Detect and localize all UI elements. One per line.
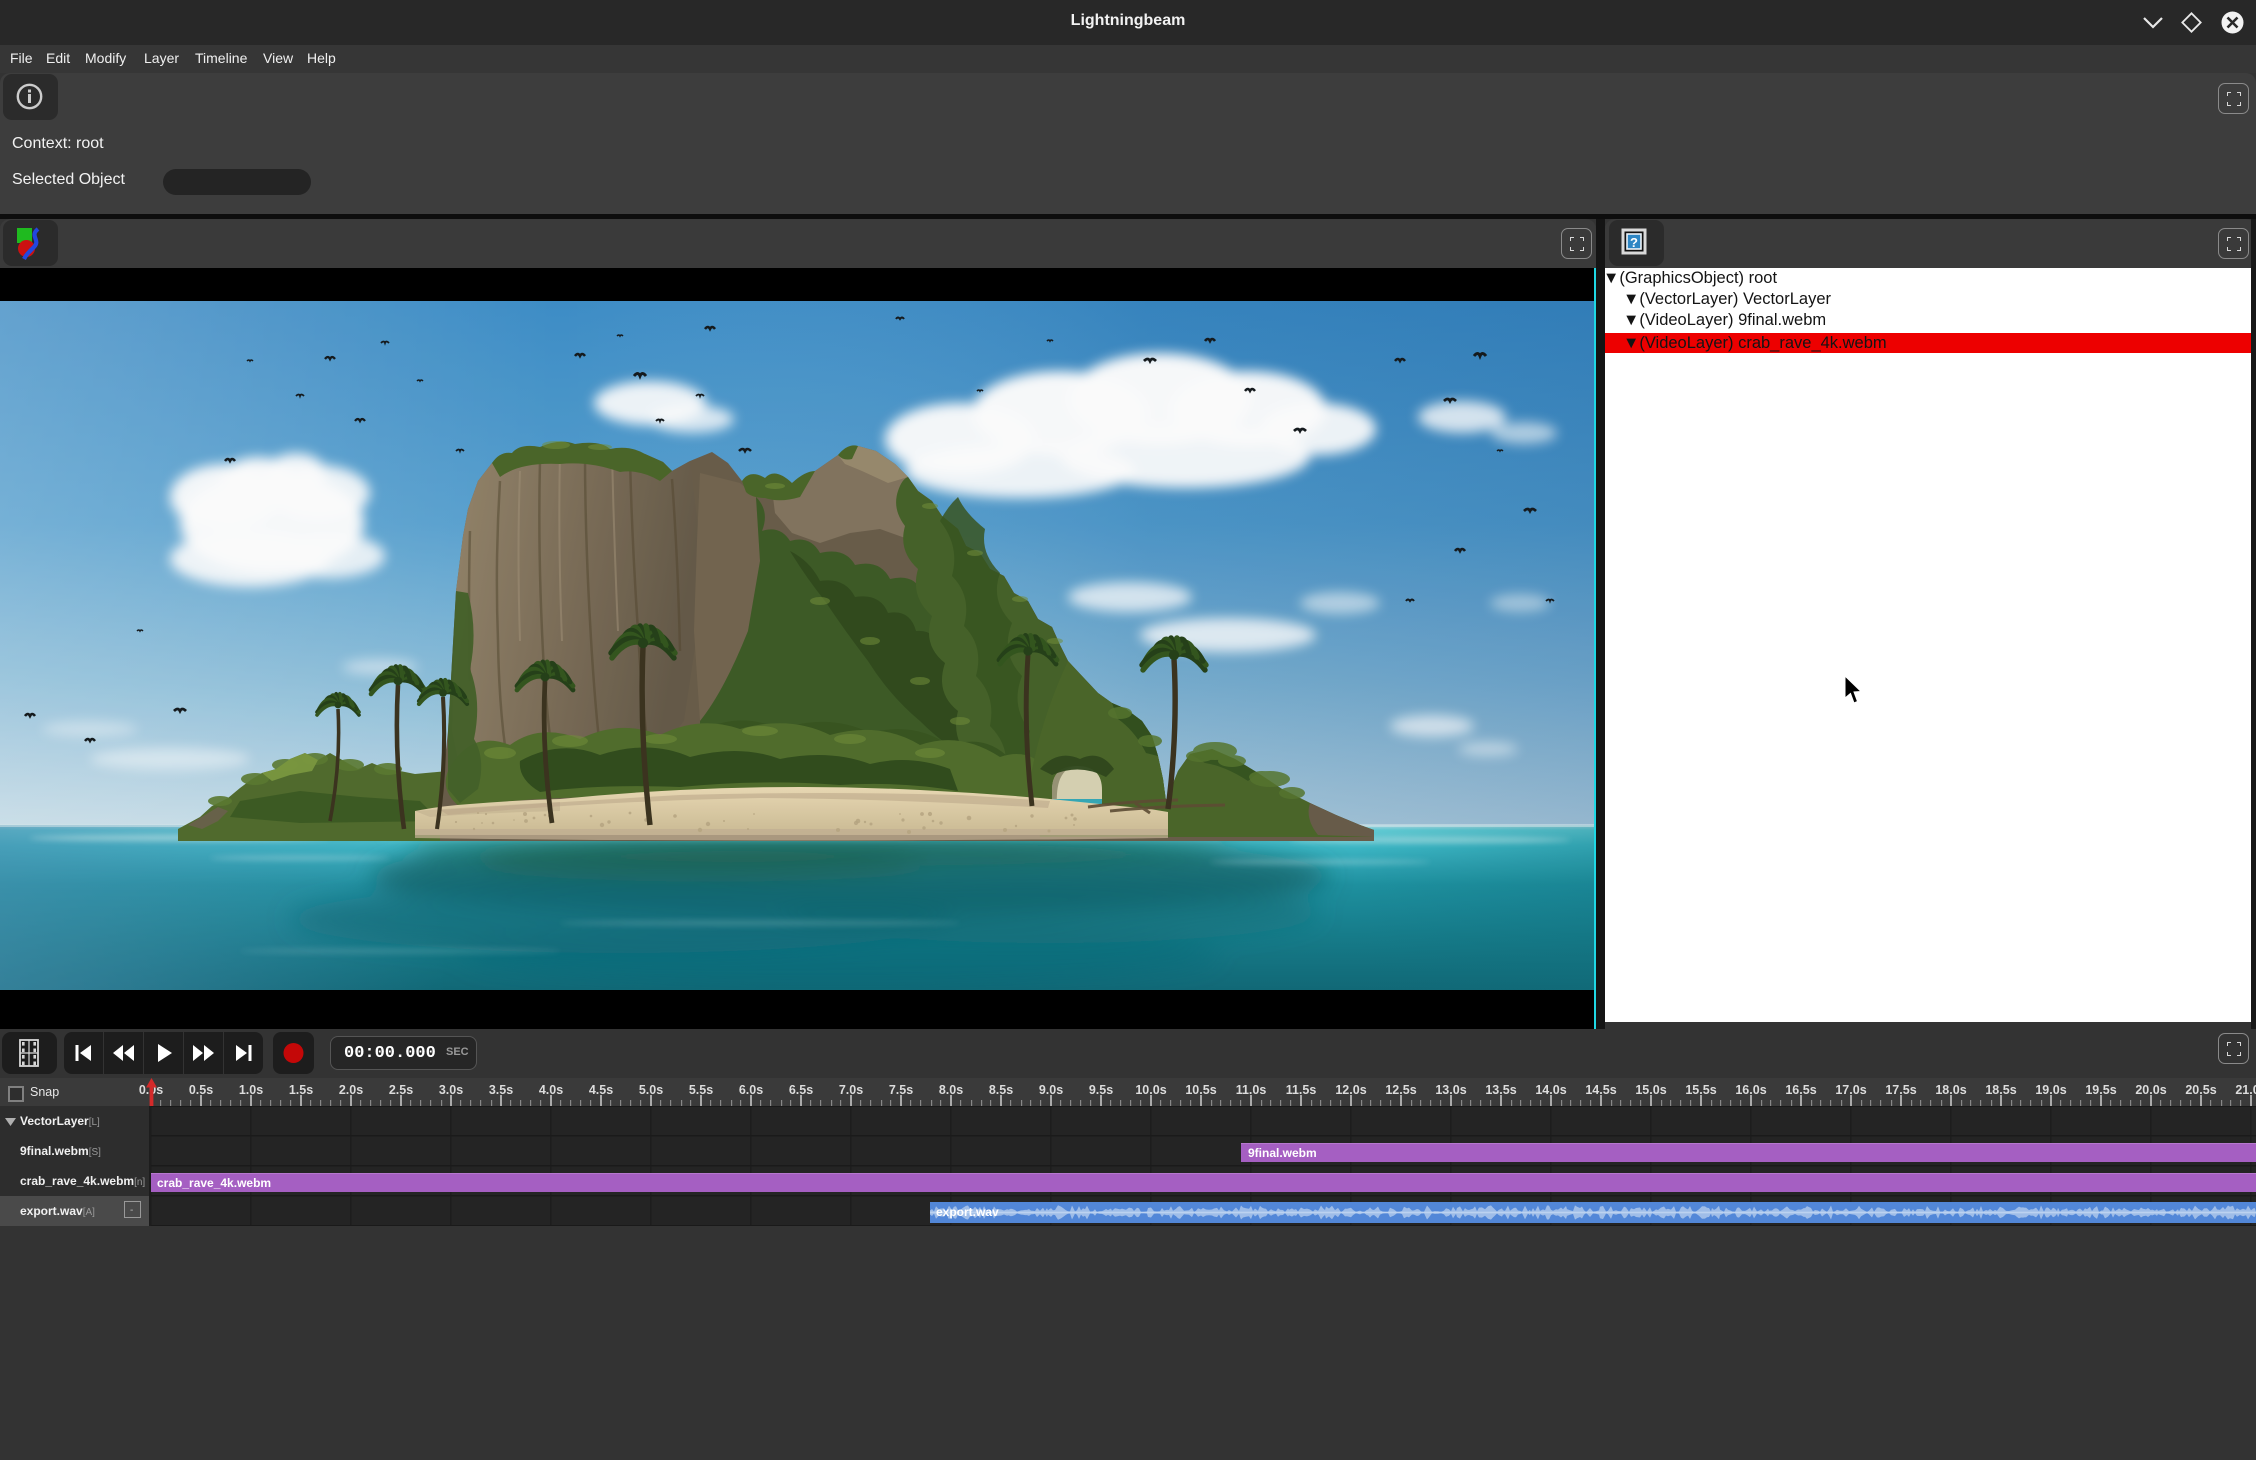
- svg-text:?: ?: [1630, 235, 1638, 250]
